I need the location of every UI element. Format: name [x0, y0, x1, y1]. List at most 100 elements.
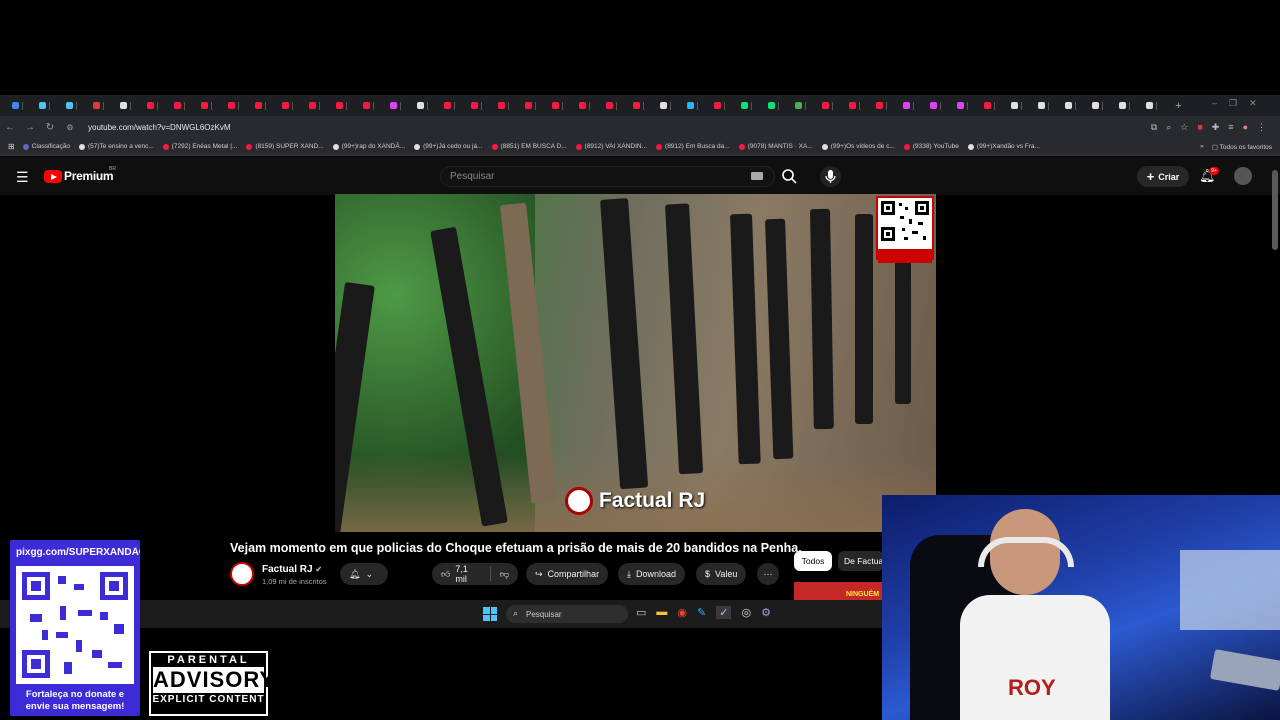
apps-grid-icon[interactable]: ⊞ [8, 142, 15, 151]
back-icon[interactable]: ← [0, 122, 20, 133]
bookmark-item[interactable]: (8851) EM BUSCA D... [491, 143, 567, 150]
browser-tab[interactable] [112, 98, 139, 114]
dislike-icon[interactable]: 👎︎ [500, 569, 509, 580]
browser-tab[interactable] [328, 98, 355, 114]
bookmark-item[interactable]: (99+)rap do XANDÃ... [332, 143, 405, 150]
hamburger-menu-icon[interactable]: ☰ [16, 169, 29, 186]
browser-tab[interactable] [625, 98, 652, 114]
browser-tab[interactable] [868, 98, 895, 114]
site-info-icon[interactable]: ⚙ [60, 123, 80, 132]
account-avatar[interactable] [1234, 167, 1252, 185]
bookmark-item[interactable]: (99+)Xandão vs Fra... [967, 143, 1040, 150]
browser-tab-strip[interactable]: + [0, 95, 1280, 116]
browser-tab[interactable] [544, 98, 571, 114]
chip-all[interactable]: Todos [794, 551, 832, 571]
browser-tab[interactable] [58, 98, 85, 114]
youtube-logo-icon[interactable] [44, 170, 62, 183]
related-video-thumbnail[interactable]: NINGUÉM [794, 582, 884, 602]
all-bookmarks-link[interactable]: ▢ Todos os favoritos [1212, 143, 1272, 151]
browser-tab[interactable] [31, 98, 58, 114]
browser-tab[interactable] [166, 98, 193, 114]
like-count[interactable]: 7,1 mil [455, 564, 480, 584]
close-window-icon[interactable]: ✕ [1249, 98, 1257, 109]
bookmark-item[interactable]: (57)Te ensino a venc... [79, 143, 154, 150]
browser-tab[interactable] [382, 98, 409, 114]
bookmark-item[interactable]: (8912) Em Busca da... [656, 143, 730, 150]
file-explorer-icon[interactable]: ▬ [656, 606, 667, 619]
channel-avatar[interactable] [230, 562, 254, 586]
browser-tab[interactable] [841, 98, 868, 114]
browser-tab[interactable] [949, 98, 976, 114]
browser-tab[interactable] [301, 98, 328, 114]
browser-tab[interactable] [409, 98, 436, 114]
browser-tab[interactable] [247, 98, 274, 114]
browser-tab[interactable] [679, 98, 706, 114]
bookmark-item[interactable]: (8159) SUPER XAND... [246, 143, 324, 150]
extensions-icon[interactable]: ✚ [1212, 122, 1220, 133]
browser-tab[interactable] [733, 98, 760, 114]
video-player[interactable] [335, 194, 936, 532]
install-app-icon[interactable]: ⧉ [1151, 122, 1157, 133]
snip-tool-icon[interactable]: ✎ [697, 606, 706, 619]
browser-tab[interactable] [1030, 98, 1057, 114]
browser-tab[interactable] [787, 98, 814, 114]
page-scrollbar[interactable] [1272, 170, 1278, 250]
browser-tab[interactable] [706, 98, 733, 114]
bookmark-item[interactable]: (7292) Enéas Metal |... [162, 143, 237, 150]
like-icon[interactable]: 👍︎ [441, 569, 450, 580]
browser-tab[interactable] [139, 98, 166, 114]
zoom-icon[interactable]: ⌕ [1166, 122, 1171, 133]
browser-tab[interactable] [652, 98, 679, 114]
browser-tab[interactable] [571, 98, 598, 114]
browser-tab[interactable] [193, 98, 220, 114]
channel-name[interactable]: Factual RJ ✔ [262, 564, 322, 575]
subscribed-bell-button[interactable]: 🔔︎ ⌄ [340, 563, 388, 585]
browser-tab[interactable] [355, 98, 382, 114]
steam-icon[interactable]: ✓ [716, 606, 732, 619]
share-button[interactable]: ↪ Compartilhar [526, 563, 609, 585]
maximize-icon[interactable]: ❐ [1229, 98, 1237, 109]
thanks-button[interactable]: $ Valeu [696, 563, 747, 585]
url-field[interactable]: youtube.com/watch?v=DNWGL6OzKvM [88, 123, 231, 132]
chip-channel[interactable]: De Factual [838, 551, 884, 571]
browser-tab[interactable] [976, 98, 1003, 114]
browser-tab[interactable] [436, 98, 463, 114]
new-tab-button[interactable]: + [1165, 98, 1192, 114]
profile-avatar[interactable]: ● [1243, 122, 1248, 133]
youtube-premium-label[interactable]: Premium [64, 169, 114, 183]
bookmark-item[interactable]: (99+)Os vídeos de c... [821, 143, 895, 150]
minimize-icon[interactable]: – [1212, 98, 1217, 109]
taskbar-search[interactable]: ⌕ Pesquisar [506, 605, 628, 623]
obs-icon[interactable]: ◎ [741, 606, 751, 619]
browser-tab[interactable] [1057, 98, 1084, 114]
media-control-icon[interactable]: ≡ [1228, 122, 1233, 133]
download-button[interactable]: ⤓ Download [618, 563, 686, 585]
browser-tab[interactable] [463, 98, 490, 114]
browser-tab[interactable] [814, 98, 841, 114]
menu-kebab-icon[interactable]: ⋮ [1257, 122, 1266, 133]
extension-red-icon[interactable]: ■ [1197, 122, 1202, 133]
browser-tab[interactable] [274, 98, 301, 114]
browser-tab[interactable] [922, 98, 949, 114]
browser-tab[interactable] [760, 98, 787, 114]
browser-tab[interactable] [4, 98, 31, 114]
browser-tab[interactable] [517, 98, 544, 114]
voice-search-button[interactable] [820, 166, 841, 187]
browser-tab[interactable] [220, 98, 247, 114]
task-view-icon[interactable]: ▭ [636, 606, 646, 619]
bookmark-star-icon[interactable]: ☆ [1180, 122, 1188, 133]
chrome-icon[interactable]: ◉ [677, 606, 687, 619]
browser-tab[interactable] [1111, 98, 1138, 114]
keyboard-icon[interactable] [751, 172, 763, 180]
bookmark-item[interactable]: (9078) MANTIS · XA... [738, 143, 813, 150]
bookmark-item[interactable]: (8912) VAI XANDIN... [575, 143, 647, 150]
windows-start-icon[interactable] [483, 607, 497, 621]
browser-tab[interactable] [598, 98, 625, 114]
bookmarks-overflow-icon[interactable]: » [1200, 143, 1204, 150]
search-button[interactable] [775, 166, 805, 187]
bookmark-item[interactable]: (99+)Já cedo ou já... [414, 143, 483, 150]
browser-tab[interactable] [1003, 98, 1030, 114]
browser-tab[interactable] [1138, 98, 1165, 114]
settings-icon[interactable]: ⚙ [761, 606, 771, 619]
bookmark-item[interactable]: Classificação [22, 143, 70, 150]
